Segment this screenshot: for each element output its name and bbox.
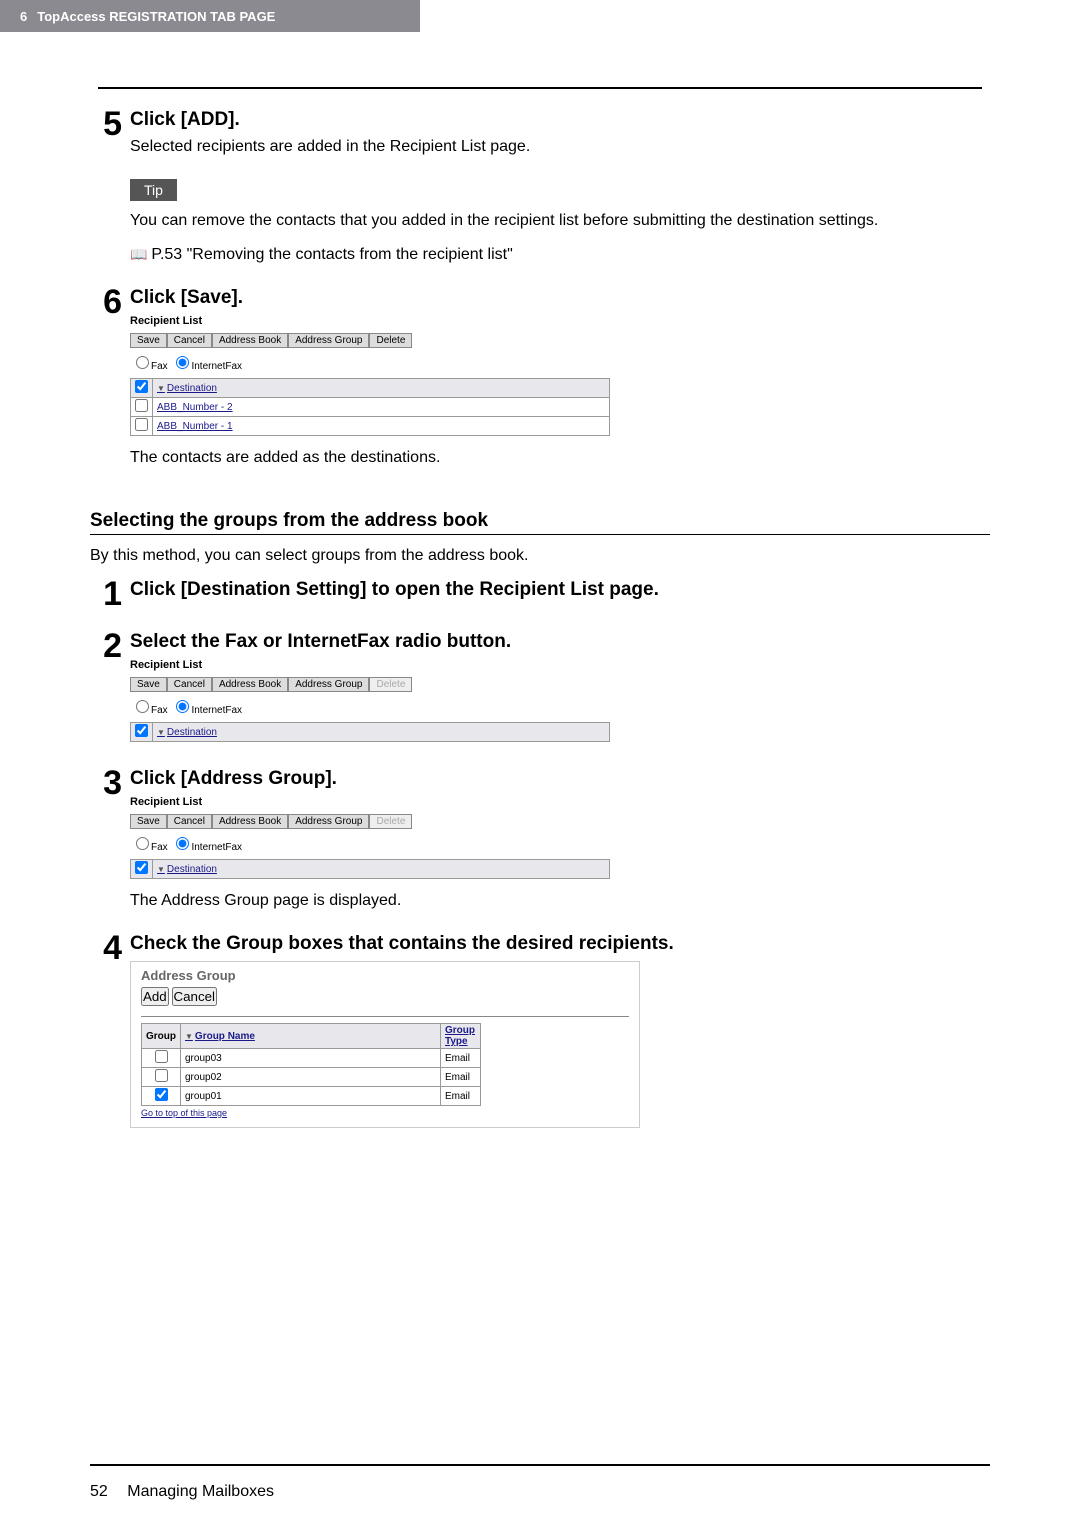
destination-table: Destination ABB_Number - 2 ABB_Number - … [130,378,610,436]
fax-radio-label[interactable]: Fax [130,705,168,716]
fax-radio-label[interactable]: Fax [130,842,168,853]
destination-column-header[interactable]: Destination [157,864,217,875]
address-group-table: Group Group Name Group Type group03Email… [141,1023,481,1106]
chapter-number: 6 [20,9,27,24]
step5-title: Click [ADD]. [130,109,990,131]
group-checkbox[interactable] [155,1088,168,1101]
add-button[interactable]: Add [141,987,169,1006]
fax-radio-label[interactable]: Fax [130,361,168,372]
group-checkbox[interactable] [155,1050,168,1063]
select-all-checkbox[interactable] [135,861,148,874]
tip-badge: Tip [130,179,177,201]
group-checkbox[interactable] [155,1069,168,1082]
group-type: Email [441,1087,481,1106]
destination-column-header[interactable]: Destination [157,727,217,738]
address-group-button[interactable]: Address Group [288,677,369,692]
group-name-col-header[interactable]: Group Name [185,1031,255,1042]
cancel-button[interactable]: Cancel [172,987,218,1006]
table-row: group02Email [142,1068,481,1087]
save-button[interactable]: Save [130,814,167,829]
recipient-list-screenshot: Recipient List Save Cancel Address Book … [130,796,990,879]
row-checkbox[interactable] [135,418,148,431]
step-number-3: 3 [90,766,130,923]
page-footer: 52 Managing Mailboxes [90,1483,274,1501]
step-number-2: 2 [90,629,130,752]
row-checkbox[interactable] [135,399,148,412]
table-row: ABB_Number - 2 [131,398,610,417]
step5-tip-text: You can remove the contacts that you add… [130,209,990,233]
cancel-button[interactable]: Cancel [167,333,212,348]
table-row: ABB_Number - 1 [131,417,610,436]
destination-link[interactable]: ABB_Number - 2 [157,402,233,413]
step-number-6: 6 [90,285,130,480]
table-row: group03Email [142,1049,481,1068]
group-type: Email [441,1068,481,1087]
ifax-radio[interactable] [176,837,189,850]
group-name: group01 [181,1087,441,1106]
subsection-title: Selecting the groups from the address bo… [90,510,990,532]
group-type: Email [441,1049,481,1068]
gstep3-after: The Address Group page is displayed. [130,889,990,913]
cancel-button[interactable]: Cancel [167,677,212,692]
address-group-screenshot: Address Group Add Cancel Group Group Nam… [130,961,640,1128]
ifax-radio[interactable] [176,700,189,713]
save-button[interactable]: Save [130,333,167,348]
address-group-button[interactable]: Address Group [288,333,369,348]
gstep3-title: Click [Address Group]. [130,768,990,790]
fax-radio[interactable] [136,837,149,850]
table-row: group01Email [142,1087,481,1106]
cancel-button[interactable]: Cancel [167,814,212,829]
group-name: group02 [181,1068,441,1087]
ifax-radio-label[interactable]: InternetFax [170,842,242,853]
rl-title: Recipient List [130,315,990,327]
ifax-radio-label[interactable]: InternetFax [170,705,242,716]
gstep4-title: Check the Group boxes that contains the … [130,933,990,955]
fax-radio[interactable] [136,700,149,713]
ag-title: Address Group [141,968,629,983]
step-number-5: 5 [90,107,130,277]
subsection-intro: By this method, you can select groups fr… [90,547,990,565]
delete-button[interactable]: Delete [369,333,412,348]
rl-title: Recipient List [130,659,990,671]
gstep2-title: Select the Fax or InternetFax radio butt… [130,631,990,653]
address-book-button[interactable]: Address Book [212,333,288,348]
chapter-title: TopAccess REGISTRATION TAB PAGE [37,9,275,24]
step-number-1: 1 [90,577,130,611]
address-book-button[interactable]: Address Book [212,677,288,692]
rl-title: Recipient List [130,796,990,808]
gstep1-title: Click [Destination Setting] to open the … [130,579,990,601]
step5-text: Selected recipients are added in the Rec… [130,135,990,159]
group-name: group03 [181,1049,441,1068]
step6-after-text: The contacts are added as the destinatio… [130,446,990,470]
ifax-radio-label[interactable]: InternetFax [170,361,242,372]
destination-link[interactable]: ABB_Number - 1 [157,421,233,432]
destination-table: Destination [130,859,610,879]
fax-radio[interactable] [136,356,149,369]
footer-section: Managing Mailboxes [127,1483,274,1500]
step6-title: Click [Save]. [130,287,990,309]
step-number-4: 4 [90,931,130,1128]
page-number: 52 [90,1483,108,1500]
address-group-button[interactable]: Address Group [288,814,369,829]
group-type-col-header[interactable]: Group Type [445,1025,475,1047]
delete-button[interactable]: Delete [369,814,412,829]
select-all-checkbox[interactable] [135,380,148,393]
recipient-list-screenshot: Recipient List Save Cancel Address Book … [130,315,990,436]
delete-button[interactable]: Delete [369,677,412,692]
address-book-button[interactable]: Address Book [212,814,288,829]
step5-reference: P.53 "Removing the contacts from the rec… [130,243,990,267]
page-header: 6 TopAccess REGISTRATION TAB PAGE [0,0,420,32]
group-col-header: Group [142,1024,181,1049]
destination-table: Destination [130,722,610,742]
select-all-checkbox[interactable] [135,724,148,737]
save-button[interactable]: Save [130,677,167,692]
ifax-radio[interactable] [176,356,189,369]
destination-column-header[interactable]: Destination [157,383,217,394]
recipient-list-screenshot: Recipient List Save Cancel Address Book … [130,659,990,742]
go-to-top-link[interactable]: Go to top of this page [141,1108,227,1118]
